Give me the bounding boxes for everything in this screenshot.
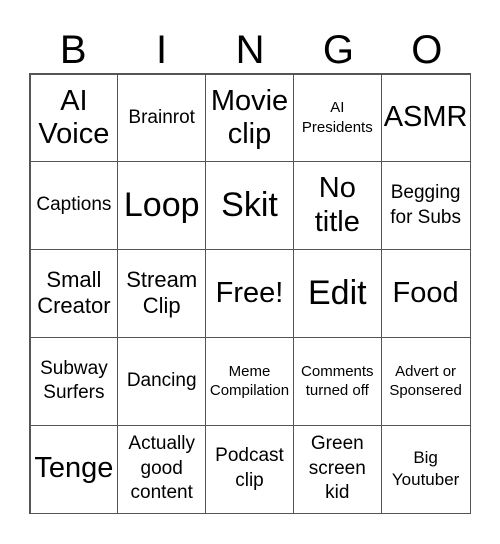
bingo-cell[interactable]: No title	[292, 161, 382, 251]
header-letter-g: G	[322, 28, 354, 72]
bingo-card: AI Voice Brainrot Movie clip AI Presiden…	[29, 73, 471, 514]
header-letter-n: N	[235, 28, 265, 72]
bingo-cell[interactable]: Podcast clip	[205, 424, 294, 514]
bingo-cell[interactable]: ASMR	[380, 73, 471, 163]
bingo-cell[interactable]: Small Creator	[29, 249, 119, 338]
bingo-cell-free[interactable]: Free!	[205, 249, 294, 338]
bingo-cell[interactable]: Food	[380, 249, 471, 338]
bingo-cell[interactable]: AI Presidents	[292, 73, 382, 163]
bingo-cell[interactable]: Brainrot	[117, 73, 207, 163]
bingo-cell[interactable]: Comments turned off	[292, 336, 382, 426]
header-letter-i: I	[156, 28, 168, 72]
bingo-cell[interactable]: Stream Clip	[117, 249, 207, 338]
header-letter-b: B	[59, 28, 87, 72]
bingo-cell[interactable]: Meme Compilation	[205, 336, 294, 426]
bingo-header: B I N G O	[29, 28, 471, 72]
bingo-cell[interactable]: Dancing	[117, 336, 207, 426]
bingo-cell[interactable]: Actually good content	[117, 424, 207, 514]
bingo-cell[interactable]: Movie clip	[205, 73, 294, 163]
bingo-cell[interactable]: AI Voice	[29, 73, 119, 163]
bingo-cell[interactable]: Tenge	[29, 424, 119, 514]
bingo-cell[interactable]: Edit	[292, 249, 382, 338]
bingo-cell[interactable]: Big Youtuber	[380, 424, 471, 514]
bingo-cell[interactable]: Skit	[205, 161, 294, 251]
bingo-cell[interactable]: Loop	[117, 161, 207, 251]
bingo-cell[interactable]: Advert or Sponsered	[380, 336, 471, 426]
bingo-cell[interactable]: Captions	[29, 161, 119, 251]
header-letter-o: O	[411, 28, 443, 72]
bingo-cell[interactable]: Green screen kid	[292, 424, 382, 514]
bingo-cell[interactable]: Begging for Subs	[380, 161, 471, 251]
bingo-cell[interactable]: Subway Surfers	[29, 336, 119, 426]
